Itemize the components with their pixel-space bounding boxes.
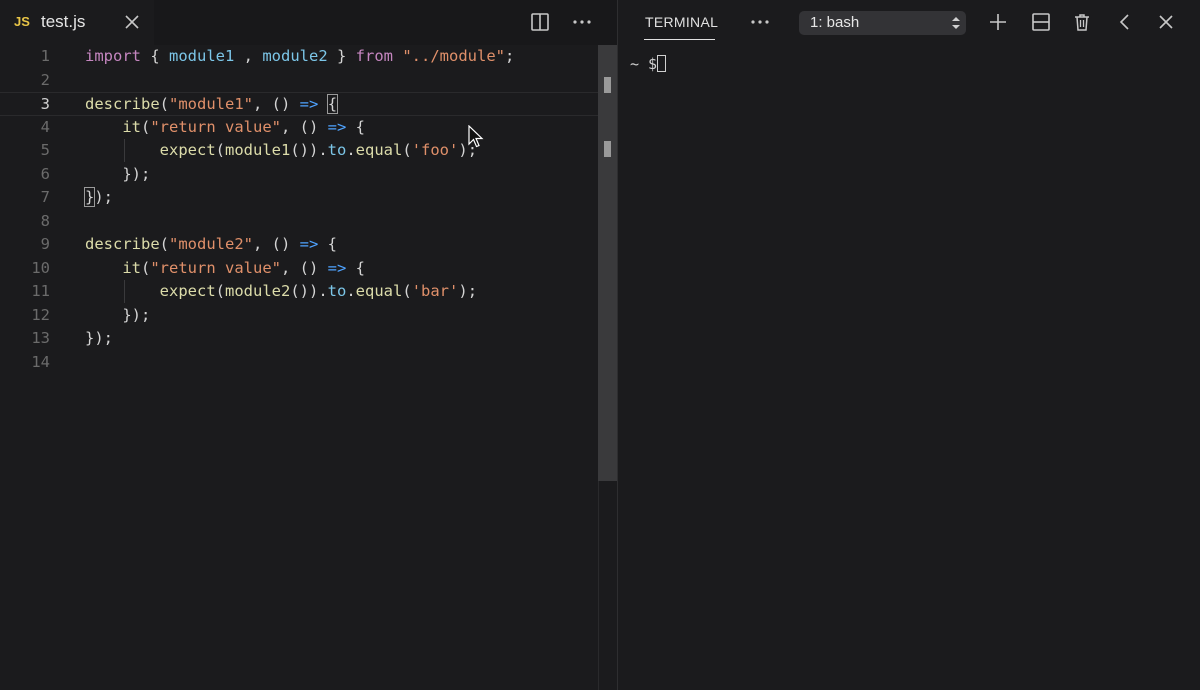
code-line-7[interactable]: 7 }); [0, 186, 598, 210]
plus-icon[interactable] [988, 12, 1008, 37]
editor-scrollbar[interactable] [598, 45, 617, 481]
code-line-5[interactable]: 5 expect(module1()).to.equal('foo'); [0, 139, 598, 163]
line-content: it("return value", () => { [122, 117, 366, 136]
line-number: 6 [40, 164, 50, 183]
line-number: 9 [40, 235, 50, 253]
javascript-file-icon: JS [14, 14, 30, 29]
terminal-shell-select-value: 1: bash [810, 14, 860, 31]
terminal-output[interactable]: ~ $ [630, 55, 667, 73]
split-terminal-icon[interactable] [1031, 12, 1051, 37]
more-actions-icon[interactable] [750, 12, 770, 37]
line-number: 8 [40, 211, 50, 230]
line-content: }); [85, 164, 151, 183]
code-line-2[interactable]: 2 [0, 69, 598, 93]
line-number: 11 [31, 282, 50, 300]
terminal-shell-select[interactable]: 1: bash [799, 11, 966, 35]
code-line-14[interactable]: 14 [0, 351, 598, 375]
code-line-3[interactable]: 3 describe("module1", () => { [0, 92, 598, 116]
split-editor-icon[interactable] [530, 12, 550, 37]
code-line-12[interactable]: 12 }); [0, 304, 598, 328]
bracket-match-highlight: { [326, 94, 339, 114]
line-number: 14 [31, 352, 50, 371]
line-number: 2 [40, 70, 50, 89]
chevron-left-icon[interactable] [1115, 12, 1135, 37]
code-line-4[interactable]: 4 it("return value", () => { [0, 116, 598, 140]
line-number: 1 [40, 47, 50, 65]
code-line-11[interactable]: 11 expect(module2()).to.equal('bar'); [0, 280, 598, 304]
close-icon[interactable] [122, 12, 142, 32]
editor-pane: JS test.js 1 import { module1 , module2 … [0, 0, 617, 690]
code-line-1[interactable]: 1 import { module1 , module2 } from "../… [0, 45, 598, 69]
scrollbar-track [598, 481, 617, 690]
code-line-10[interactable]: 10 it("return value", () => { [0, 257, 598, 281]
code-line-13[interactable]: 13 }); [0, 327, 598, 351]
scrollbar-marker [604, 141, 611, 157]
line-number: 10 [31, 258, 50, 277]
line-content: it("return value", () => { [122, 258, 366, 277]
line-number: 13 [31, 329, 50, 347]
close-icon[interactable] [1156, 12, 1176, 37]
scrollbar-marker [604, 77, 611, 93]
line-number: 5 [40, 141, 50, 159]
tab-test-js[interactable]: JS test.js [0, 0, 154, 45]
line-number: 4 [40, 117, 50, 136]
line-content: describe("module1", () => { [85, 94, 339, 114]
bracket-match-highlight: } [83, 187, 96, 207]
editor-tab-bar: JS test.js [0, 0, 617, 45]
line-number: 3 [40, 95, 50, 113]
line-number: 7 [40, 188, 50, 206]
terminal-panel: TERMINAL 1: bash ~ $ [618, 0, 1200, 690]
line-content: }); [85, 305, 151, 324]
terminal-prompt: ~ $ [630, 55, 658, 73]
line-number: 12 [31, 305, 50, 324]
code-line-9[interactable]: 9 describe("module2", () => { [0, 233, 598, 257]
active-tab-underline [644, 39, 715, 40]
line-content: expect(module1()).to.equal('foo'); [159, 141, 478, 159]
terminal-cursor [657, 55, 667, 72]
select-arrows-icon [951, 15, 961, 36]
code-editor[interactable]: 1 import { module1 , module2 } from "../… [0, 45, 598, 690]
line-content: }); [85, 329, 113, 347]
line-content: }); [83, 187, 114, 207]
code-line-8[interactable]: 8 [0, 210, 598, 234]
terminal-header: TERMINAL 1: bash [618, 0, 1200, 45]
code-line-6[interactable]: 6 }); [0, 163, 598, 187]
more-actions-icon[interactable] [572, 12, 592, 37]
line-content: expect(module2()).to.equal('bar'); [159, 282, 478, 300]
line-content: import { module1 , module2 } from "../mo… [85, 47, 515, 65]
tab-label: test.js [41, 12, 86, 31]
trash-icon[interactable] [1072, 12, 1092, 37]
tab-terminal[interactable]: TERMINAL [645, 14, 718, 30]
mouse-pointer-icon [468, 124, 484, 154]
line-content: describe("module2", () => { [85, 235, 338, 253]
